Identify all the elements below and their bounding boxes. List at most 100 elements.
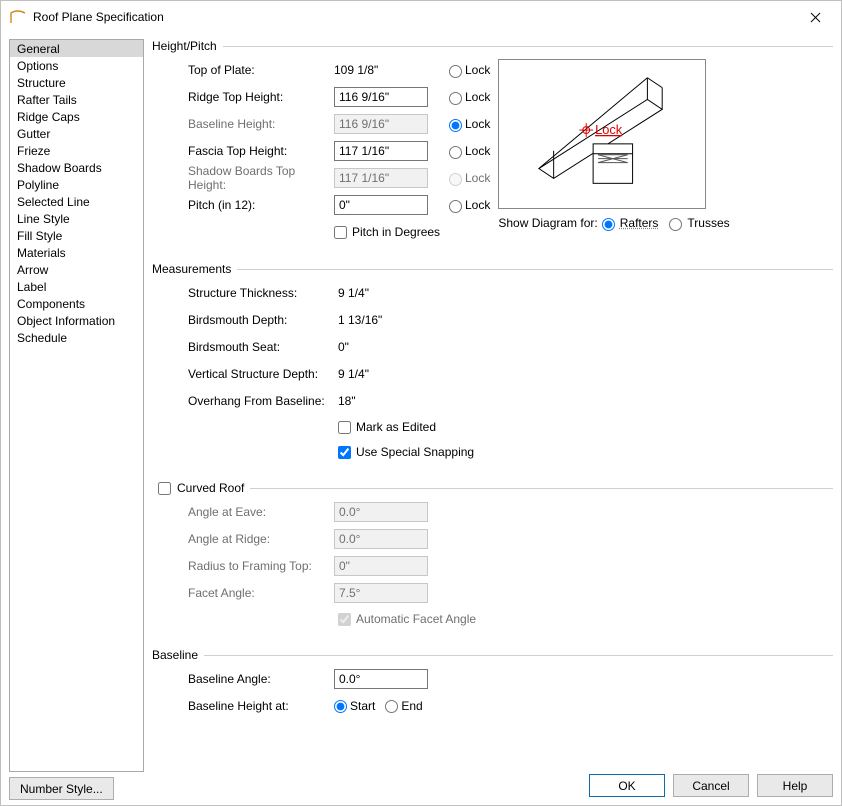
label-shadow-boards-top-height: Shadow Boards Top Height: bbox=[188, 164, 334, 192]
group-measurements-legend: Measurements bbox=[152, 262, 237, 276]
nav-item-shadow-boards[interactable]: Shadow Boards bbox=[10, 159, 143, 176]
lock-radio-baseline-height[interactable] bbox=[449, 119, 462, 132]
label-show-diagram-for: Show Diagram for: bbox=[498, 216, 597, 230]
lock-label: Lock bbox=[465, 144, 490, 158]
lock-label: Lock bbox=[465, 198, 490, 212]
lock-radio-pitch[interactable] bbox=[449, 200, 462, 213]
checkbox-automatic-facet-angle bbox=[338, 613, 351, 626]
lock-radio-ridge-top-height[interactable] bbox=[449, 92, 462, 105]
label-birdsmouth-seat: Birdsmouth Seat: bbox=[188, 340, 338, 354]
help-button[interactable]: Help bbox=[757, 774, 833, 797]
label-baseline-end: End bbox=[401, 699, 422, 713]
nav-item-options[interactable]: Options bbox=[10, 57, 143, 74]
input-shadow-boards-top-height bbox=[334, 168, 428, 188]
nav-item-schedule[interactable]: Schedule bbox=[10, 329, 143, 346]
radio-baseline-end[interactable] bbox=[385, 700, 398, 713]
input-baseline-angle[interactable] bbox=[334, 669, 428, 689]
label-mark-as-edited: Mark as Edited bbox=[356, 420, 436, 434]
label-birdsmouth-depth: Birdsmouth Depth: bbox=[188, 313, 338, 327]
cancel-button[interactable]: Cancel bbox=[673, 774, 749, 797]
lock-radio-top-of-plate[interactable] bbox=[449, 65, 462, 78]
lock-label: Lock bbox=[465, 117, 490, 131]
checkbox-pitch-in-degrees[interactable] bbox=[334, 226, 347, 239]
group-height-pitch-legend: Height/Pitch bbox=[152, 39, 223, 53]
diagram-canvas: Lock bbox=[498, 59, 706, 209]
label-top-of-plate: Top of Plate: bbox=[188, 63, 334, 77]
radio-diagram-rafters[interactable] bbox=[602, 218, 615, 231]
radio-diagram-trusses[interactable] bbox=[669, 218, 682, 231]
nav-item-frieze[interactable]: Frieze bbox=[10, 142, 143, 159]
nav-item-selected-line[interactable]: Selected Line bbox=[10, 193, 143, 210]
group-curved-roof-legend: Curved Roof bbox=[177, 481, 244, 495]
input-facet-angle bbox=[334, 583, 428, 603]
group-curved-roof: Curved Roof Angle at Eave: Angle at Ridg… bbox=[152, 481, 833, 634]
nav-sidebar: GeneralOptionsStructureRafter TailsRidge… bbox=[9, 39, 144, 772]
nav-item-ridge-caps[interactable]: Ridge Caps bbox=[10, 108, 143, 125]
label-baseline-height-at: Baseline Height at: bbox=[188, 699, 334, 713]
label-pitch-in-degrees: Pitch in Degrees bbox=[352, 225, 440, 239]
label-diagram-trusses: Trusses bbox=[687, 216, 729, 230]
radio-baseline-start[interactable] bbox=[334, 700, 347, 713]
value-birdsmouth-depth: 1 13/16" bbox=[338, 313, 432, 327]
label-baseline-start: Start bbox=[350, 699, 375, 713]
nav-item-rafter-tails[interactable]: Rafter Tails bbox=[10, 91, 143, 108]
input-baseline-height bbox=[334, 114, 428, 134]
checkbox-curved-roof[interactable] bbox=[158, 482, 171, 495]
input-fascia-top-height[interactable] bbox=[334, 141, 428, 161]
window-title: Roof Plane Specification bbox=[33, 10, 795, 24]
close-icon bbox=[810, 12, 821, 23]
value-top-of-plate: 109 1/8" bbox=[334, 63, 428, 77]
lock-radio-shadow-boards-top-height bbox=[449, 173, 462, 186]
nav-item-materials[interactable]: Materials bbox=[10, 244, 143, 261]
nav-item-structure[interactable]: Structure bbox=[10, 74, 143, 91]
group-baseline-legend: Baseline bbox=[152, 648, 204, 662]
value-structure-thickness: 9 1/4" bbox=[338, 286, 432, 300]
input-radius-to-framing-top bbox=[334, 556, 428, 576]
group-height-pitch: Height/Pitch Top of Plate: 109 1/8" Lock bbox=[152, 39, 833, 248]
close-button[interactable] bbox=[795, 1, 835, 33]
value-birdsmouth-seat: 0" bbox=[338, 340, 432, 354]
nav-item-components[interactable]: Components bbox=[10, 295, 143, 312]
lock-label: Lock bbox=[465, 90, 490, 104]
label-pitch: Pitch (in 12): bbox=[188, 198, 334, 212]
input-pitch[interactable] bbox=[334, 195, 428, 215]
label-radius-to-framing-top: Radius to Framing Top: bbox=[188, 559, 334, 573]
nav-item-general[interactable]: General bbox=[10, 40, 143, 57]
title-bar: Roof Plane Specification bbox=[1, 1, 841, 33]
label-angle-at-ridge: Angle at Ridge: bbox=[188, 532, 334, 546]
nav-item-polyline[interactable]: Polyline bbox=[10, 176, 143, 193]
label-diagram-rafters: Rafters bbox=[620, 216, 659, 230]
label-angle-at-eave: Angle at Eave: bbox=[188, 505, 334, 519]
label-baseline-height: Baseline Height: bbox=[188, 117, 334, 131]
nav-item-gutter[interactable]: Gutter bbox=[10, 125, 143, 142]
number-style-button[interactable]: Number Style... bbox=[9, 777, 114, 800]
lock-label: Lock bbox=[465, 171, 490, 185]
ok-button[interactable]: OK bbox=[589, 774, 665, 797]
group-measurements: Measurements Structure Thickness: 9 1/4"… bbox=[152, 262, 833, 467]
diagram-lock-label: Lock bbox=[595, 122, 623, 137]
value-vertical-structure-depth: 9 1/4" bbox=[338, 367, 432, 381]
input-ridge-top-height[interactable] bbox=[334, 87, 428, 107]
label-overhang-from-baseline: Overhang From Baseline: bbox=[188, 394, 338, 408]
label-use-special-snapping: Use Special Snapping bbox=[356, 445, 474, 459]
label-vertical-structure-depth: Vertical Structure Depth: bbox=[188, 367, 338, 381]
checkbox-use-special-snapping[interactable] bbox=[338, 446, 351, 459]
dialog-window: Roof Plane Specification GeneralOptionsS… bbox=[0, 0, 842, 806]
nav-item-label[interactable]: Label bbox=[10, 278, 143, 295]
label-baseline-angle: Baseline Angle: bbox=[188, 672, 334, 686]
diagram-panel: Lock Show Diagram for: Rafters Trusses bbox=[498, 59, 735, 231]
nav-item-line-style[interactable]: Line Style bbox=[10, 210, 143, 227]
label-automatic-facet-angle: Automatic Facet Angle bbox=[356, 612, 476, 626]
input-angle-at-ridge bbox=[334, 529, 428, 549]
input-angle-at-eave bbox=[334, 502, 428, 522]
dialog-body: GeneralOptionsStructureRafter TailsRidge… bbox=[1, 33, 841, 772]
nav-item-arrow[interactable]: Arrow bbox=[10, 261, 143, 278]
label-ridge-top-height: Ridge Top Height: bbox=[188, 90, 334, 104]
checkbox-mark-as-edited[interactable] bbox=[338, 421, 351, 434]
nav-item-object-information[interactable]: Object Information bbox=[10, 312, 143, 329]
lock-radio-fascia-top-height[interactable] bbox=[449, 146, 462, 159]
app-icon bbox=[9, 8, 27, 26]
dialog-footer: OK Cancel Help bbox=[573, 766, 841, 805]
nav-item-fill-style[interactable]: Fill Style bbox=[10, 227, 143, 244]
group-baseline: Baseline Baseline Angle: Baseline Height… bbox=[152, 648, 833, 722]
